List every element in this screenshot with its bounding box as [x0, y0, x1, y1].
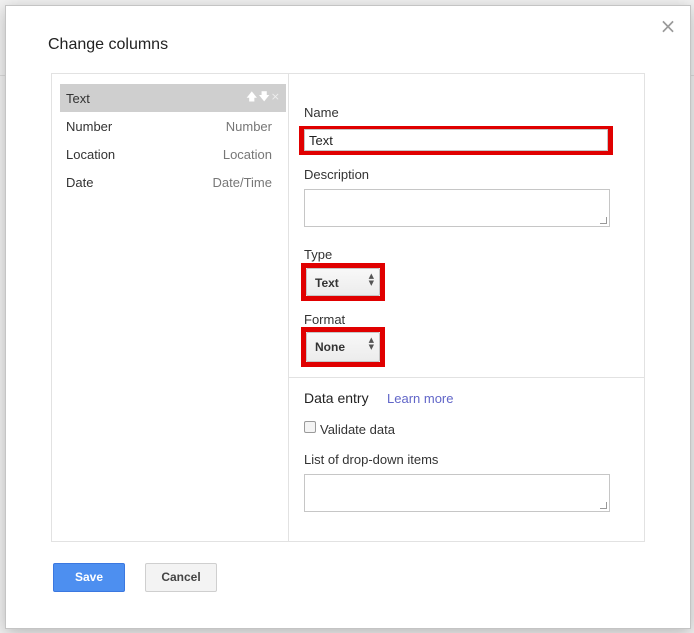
save-button[interactable]: Save	[53, 563, 125, 592]
type-label: Type	[304, 247, 333, 262]
format-select-value: None	[315, 340, 345, 354]
column-item-actions: 🡅🡇×	[245, 88, 280, 107]
name-label: Name	[304, 105, 339, 120]
change-columns-dialog: × Change columns Text 🡅🡇× Number Number …	[5, 5, 691, 629]
column-type: Number	[225, 119, 272, 134]
move-up-icon[interactable]: 🡅	[246, 90, 257, 103]
select-arrows-icon: ▲ ▼	[368, 336, 374, 351]
type-select[interactable]: Text ▲ ▼	[306, 268, 380, 296]
format-label: Format	[304, 312, 346, 327]
description-textarea[interactable]	[304, 189, 610, 227]
column-list: Text 🡅🡇× Number Number Location Location…	[52, 74, 289, 541]
column-item-date[interactable]: Date Date/Time	[60, 168, 286, 196]
column-name: Date	[66, 175, 94, 190]
name-input[interactable]	[304, 129, 608, 151]
dropdown-items-textarea[interactable]	[304, 474, 610, 512]
column-item-text[interactable]: Text 🡅🡇×	[60, 84, 286, 112]
cancel-button[interactable]: Cancel	[145, 563, 217, 592]
columns-panel: Text 🡅🡇× Number Number Location Location…	[51, 73, 645, 542]
resize-handle-icon[interactable]	[600, 217, 607, 224]
column-detail: Name Description Type Text ▲▼ Format Non…	[289, 74, 644, 541]
data-entry-title: Data entry	[304, 390, 369, 406]
column-item-number[interactable]: Number Number	[60, 112, 286, 140]
select-arrows-icon: ▲ ▼	[368, 272, 374, 287]
section-divider	[289, 377, 644, 378]
move-down-icon[interactable]: 🡇	[258, 90, 269, 103]
column-name: Number	[66, 119, 113, 134]
validate-data-checkbox[interactable]	[304, 421, 316, 433]
learn-more-link[interactable]: Learn more	[387, 391, 453, 406]
dropdown-items-label: List of drop-down items	[304, 452, 439, 467]
remove-column-icon[interactable]: ×	[271, 90, 280, 103]
validate-data-label[interactable]: Validate data	[320, 422, 395, 437]
column-item-location[interactable]: Location Location	[60, 140, 286, 168]
description-label: Description	[304, 167, 370, 182]
column-name: Text	[66, 91, 90, 106]
resize-handle-icon[interactable]	[600, 502, 607, 509]
column-name: Location	[66, 147, 116, 162]
close-icon[interactable]: ×	[658, 16, 678, 36]
type-select-value: Text	[315, 276, 339, 290]
format-select[interactable]: None ▲ ▼	[306, 332, 380, 362]
dialog-title: Change columns	[48, 36, 169, 53]
column-type: Location	[222, 147, 272, 162]
column-type: Date/Time	[212, 175, 272, 190]
